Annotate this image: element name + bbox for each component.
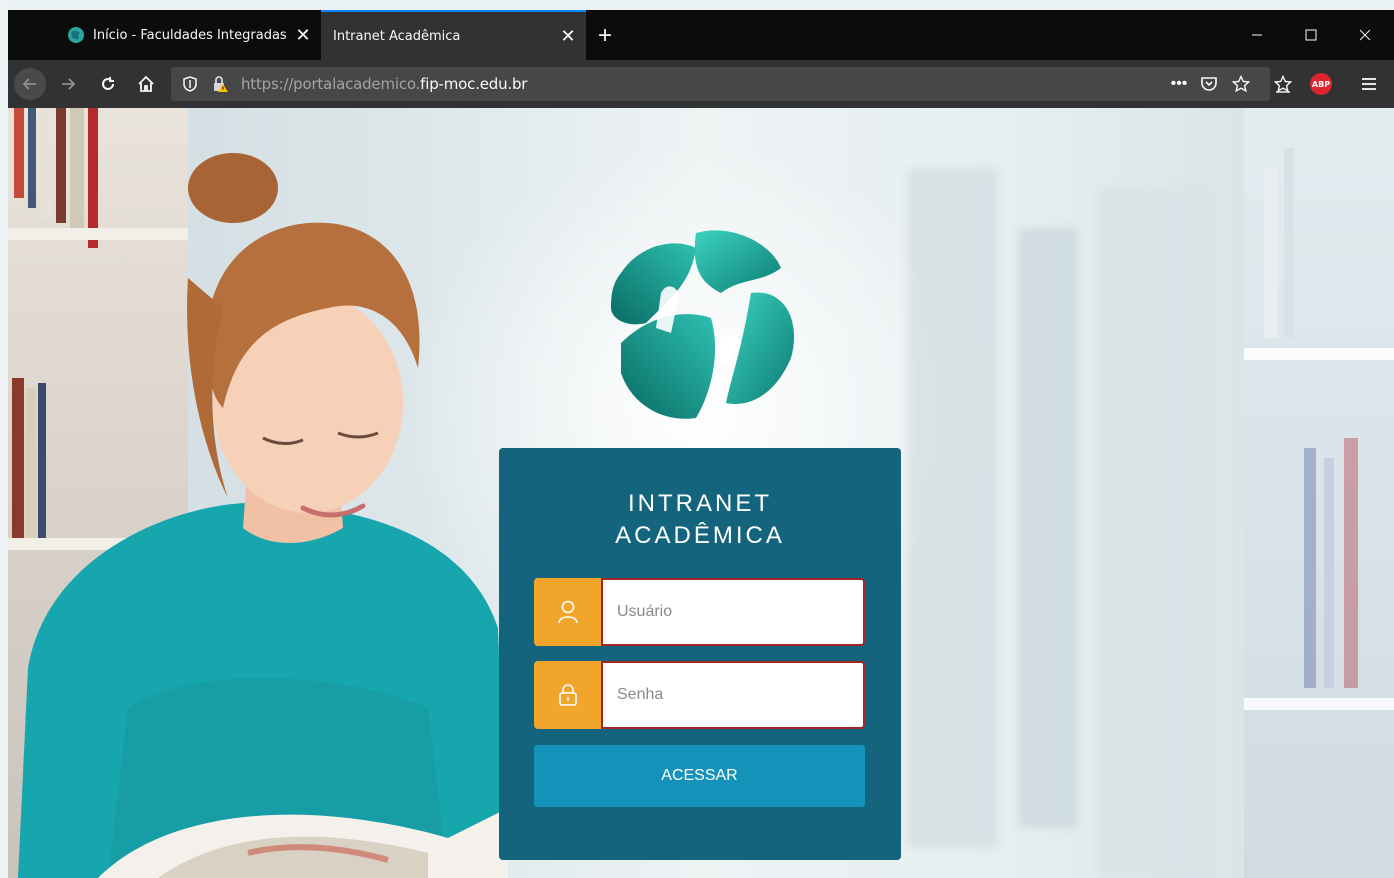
book bbox=[1344, 438, 1358, 688]
star-icon[interactable] bbox=[1225, 68, 1257, 100]
reload-icon[interactable] bbox=[92, 68, 124, 100]
background-shelf bbox=[1018, 228, 1078, 828]
new-tab-button[interactable]: + bbox=[591, 22, 619, 50]
background-shelf bbox=[908, 168, 998, 848]
username-field bbox=[534, 578, 865, 646]
institution-logo-icon bbox=[611, 230, 795, 419]
tab-title: Intranet Acadêmica bbox=[333, 28, 461, 44]
tab-inicio[interactable]: Início - Faculdades Integradas P ✕ bbox=[55, 10, 321, 60]
book bbox=[1264, 168, 1278, 338]
shield-icon[interactable] bbox=[181, 75, 199, 93]
url-prefix: https://portalacademico. bbox=[241, 75, 421, 93]
navigation-bar: https://portalacademico.fip-moc.edu.br •… bbox=[8, 60, 1394, 108]
close-tab-icon[interactable]: ✕ bbox=[556, 24, 580, 48]
url-bar[interactable]: https://portalacademico.fip-moc.edu.br bbox=[171, 67, 1270, 101]
lock-warning-icon[interactable] bbox=[211, 75, 229, 93]
minimize-icon[interactable] bbox=[1230, 10, 1284, 60]
shelf-board bbox=[1244, 698, 1394, 710]
shelf-board bbox=[1244, 348, 1394, 360]
right-bookshelf bbox=[1244, 108, 1394, 878]
maximize-icon[interactable] bbox=[1284, 10, 1338, 60]
user-icon bbox=[534, 578, 601, 646]
url-text: https://portalacademico.fip-moc.edu.br bbox=[241, 75, 527, 93]
pocket-icon[interactable] bbox=[1193, 68, 1225, 100]
login-button[interactable]: ACESSAR bbox=[534, 745, 865, 807]
adblock-icon[interactable]: ABP bbox=[1310, 73, 1332, 95]
menu-icon[interactable] bbox=[1353, 68, 1385, 100]
password-input[interactable] bbox=[601, 661, 865, 729]
tab-strip: Início - Faculdades Integradas P ✕ Intra… bbox=[8, 10, 1394, 60]
close-window-icon[interactable] bbox=[1338, 10, 1392, 60]
close-tab-icon[interactable]: ✕ bbox=[291, 23, 315, 47]
login-card: INTRANET ACADÊMICA ACESSAR bbox=[499, 448, 901, 860]
background-shelf bbox=[1098, 188, 1208, 878]
book bbox=[1284, 148, 1294, 338]
tab-title: Início - Faculdades Integradas P bbox=[93, 27, 291, 43]
title-line-1: INTRANET bbox=[628, 490, 772, 517]
page-content: INTRANET ACADÊMICA ACESSAR bbox=[8, 108, 1394, 878]
library-icon[interactable] bbox=[1267, 68, 1299, 100]
lock-icon bbox=[534, 661, 601, 729]
username-input[interactable] bbox=[601, 578, 865, 646]
globe-favicon-icon bbox=[67, 26, 85, 44]
book bbox=[1324, 458, 1334, 688]
page-margin bbox=[0, 0, 8, 878]
home-icon[interactable] bbox=[130, 68, 162, 100]
book bbox=[1304, 448, 1316, 688]
more-icon[interactable]: ••• bbox=[1163, 68, 1195, 100]
login-title: INTRANET ACADÊMICA bbox=[499, 488, 901, 552]
back-icon[interactable] bbox=[14, 68, 46, 100]
tab-intranet[interactable]: Intranet Acadêmica ✕ bbox=[321, 10, 586, 60]
url-domain: fip-moc.edu.br bbox=[420, 75, 528, 93]
forward-icon[interactable] bbox=[52, 68, 84, 100]
student-reading-image bbox=[18, 153, 508, 878]
title-line-2: ACADÊMICA bbox=[615, 522, 785, 549]
browser-window: Início - Faculdades Integradas P ✕ Intra… bbox=[8, 10, 1394, 878]
password-field bbox=[534, 661, 865, 729]
